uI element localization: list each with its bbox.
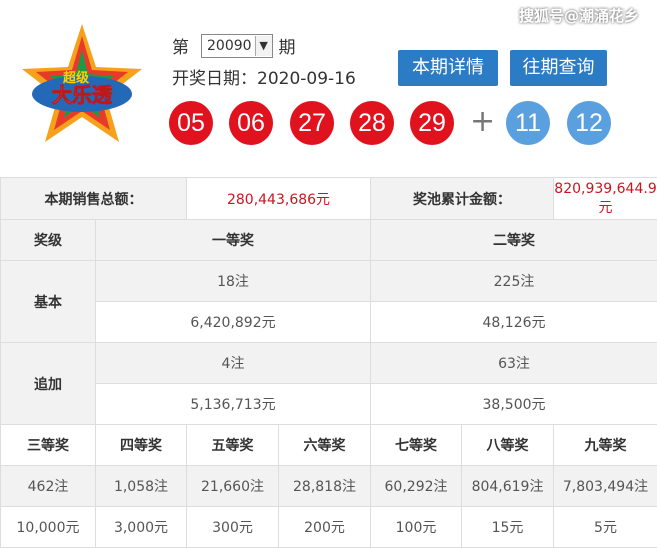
red-ball: 28 xyxy=(350,101,394,145)
table-row: 6,420,892元 48,126元 xyxy=(1,302,657,343)
extra-first-count: 4注 xyxy=(96,343,371,384)
plus-sign: + xyxy=(470,104,495,140)
prize-count: 1,058注 xyxy=(96,466,187,507)
prize-level-header: 六等奖 xyxy=(279,425,371,466)
table-row: 10,000元 3,000元 300元 200元 100元 15元 5元 xyxy=(1,507,657,548)
prize-level-header: 九等奖 xyxy=(554,425,657,466)
sales-label: 本期销售总额： xyxy=(1,178,187,220)
red-ball: 27 xyxy=(290,101,334,145)
basic-label: 基本 xyxy=(1,261,96,343)
prize-count: 462注 xyxy=(1,466,96,507)
table-row: 5,136,713元 38,500元 xyxy=(1,384,657,425)
prize-level-header: 七等奖 xyxy=(371,425,462,466)
current-detail-button[interactable]: 本期详情 xyxy=(398,50,498,86)
prize-level-header: 三等奖 xyxy=(1,425,96,466)
table-row: 基本 18注 225注 xyxy=(1,261,657,302)
prize-level-header: 八等奖 xyxy=(462,425,554,466)
table-row: 追加 4注 63注 xyxy=(1,343,657,384)
extra-second-count: 63注 xyxy=(371,343,657,384)
prize-amount: 200元 xyxy=(279,507,371,548)
table-row: 462注 1,058注 21,660注 28,818注 60,292注 804,… xyxy=(1,466,657,507)
sales-value: 280,443,686元 xyxy=(187,178,371,220)
prize-count: 60,292注 xyxy=(371,466,462,507)
prize-amount: 15元 xyxy=(462,507,554,548)
issue-value: 20090 xyxy=(202,38,255,54)
lottery-logo: 超级 大乐透 xyxy=(20,22,145,162)
prize-amount: 5元 xyxy=(554,507,657,548)
red-ball: 29 xyxy=(410,101,454,145)
basic-first-count: 18注 xyxy=(96,261,371,302)
prize-amount: 100元 xyxy=(371,507,462,548)
first-prize-header: 一等奖 xyxy=(96,220,371,261)
basic-first-amount: 6,420,892元 xyxy=(96,302,371,343)
watermark: 搜狐号@潮涌花乡 xyxy=(519,5,639,26)
red-ball: 05 xyxy=(169,101,213,145)
basic-second-count: 225注 xyxy=(371,261,657,302)
logo-text-main: 大乐透 xyxy=(52,83,113,107)
extra-second-amount: 38,500元 xyxy=(371,384,657,425)
pool-label: 奖池累计金额： xyxy=(371,178,554,220)
level-header: 奖级 xyxy=(1,220,96,261)
extra-first-amount: 5,136,713元 xyxy=(96,384,371,425)
prize-count: 804,619注 xyxy=(462,466,554,507)
basic-second-amount: 48,126元 xyxy=(371,302,657,343)
table-row: 奖级 一等奖 二等奖 xyxy=(1,220,657,261)
prize-count: 21,660注 xyxy=(187,466,279,507)
issue-select[interactable]: 20090 ▼ xyxy=(201,34,273,58)
pool-value: 820,939,644.9元 xyxy=(554,178,657,220)
red-ball: 06 xyxy=(229,101,273,145)
prize-level-header: 五等奖 xyxy=(187,425,279,466)
table-row: 三等奖 四等奖 五等奖 六等奖 七等奖 八等奖 九等奖 xyxy=(1,425,657,466)
extra-label: 追加 xyxy=(1,343,96,425)
blue-ball: 12 xyxy=(567,101,611,145)
issue-prefix: 第 xyxy=(172,33,189,58)
prize-count: 7,803,494注 xyxy=(554,466,657,507)
lottery-header: 超级 大乐透 搜狐号@潮涌花乡 第 20090 ▼ 期 开奖日期：2020-09… xyxy=(0,0,657,176)
prize-amount: 10,000元 xyxy=(1,507,96,548)
issue-suffix: 期 xyxy=(279,33,296,58)
prize-amount: 3,000元 xyxy=(96,507,187,548)
draw-date: 开奖日期：2020-09-16 xyxy=(172,64,356,89)
second-prize-header: 二等奖 xyxy=(371,220,657,261)
prize-level-header: 四等奖 xyxy=(96,425,187,466)
prize-amount: 300元 xyxy=(187,507,279,548)
history-query-button[interactable]: 往期查询 xyxy=(510,50,607,86)
prize-table: 本期销售总额： 280,443,686元 奖池累计金额： 820,939,644… xyxy=(0,177,657,548)
prize-count: 28,818注 xyxy=(279,466,371,507)
blue-ball: 11 xyxy=(506,101,550,145)
chevron-down-icon[interactable]: ▼ xyxy=(255,36,272,56)
summary-row: 本期销售总额： 280,443,686元 奖池累计金额： 820,939,644… xyxy=(1,178,657,220)
issue-selector-row: 第 20090 ▼ 期 xyxy=(172,33,296,58)
